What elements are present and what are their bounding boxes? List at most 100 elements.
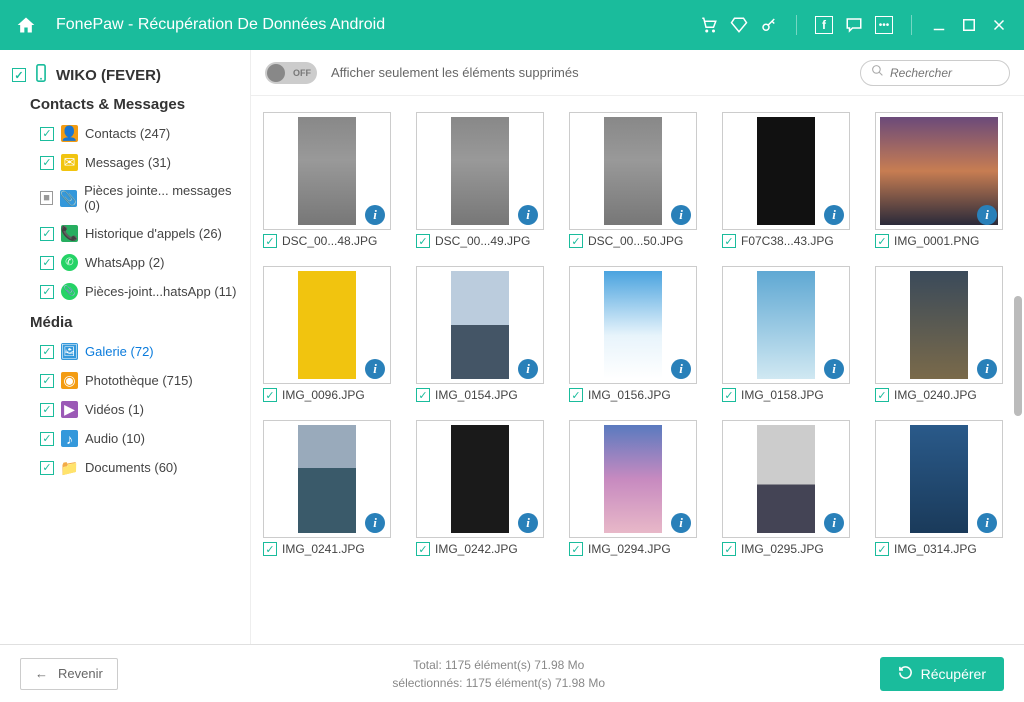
thumbnail-check[interactable]: ✓ — [263, 388, 277, 402]
thumbnail-check[interactable]: ✓ — [569, 234, 583, 248]
thumbnail-check[interactable]: ✓ — [875, 234, 889, 248]
thumbnail[interactable]: i — [416, 420, 544, 538]
thumbnail-check[interactable]: ✓ — [569, 542, 583, 556]
thumbnail[interactable]: i — [875, 112, 1003, 230]
thumbnail[interactable]: i — [263, 266, 391, 384]
thumbnail-check[interactable]: ✓ — [875, 388, 889, 402]
info-icon[interactable]: i — [977, 513, 997, 533]
thumbnail-item[interactable]: i✓DSC_00...49.JPG — [416, 112, 553, 248]
thumbnail-check[interactable]: ✓ — [875, 542, 889, 556]
sidebar-item[interactable]: ■📎Pièces jointe... messages (0) — [12, 177, 238, 219]
thumbnail[interactable]: i — [569, 112, 697, 230]
thumbnail[interactable]: i — [722, 420, 850, 538]
thumbnail-item[interactable]: i✓IMG_0001.PNG — [875, 112, 1012, 248]
thumbnail-item[interactable]: i✓IMG_0096.JPG — [263, 266, 400, 402]
sidebar-item[interactable]: ✓🖼Galerie (72) — [12, 337, 238, 366]
item-check[interactable]: ✓ — [40, 432, 54, 446]
thumbnail[interactable]: i — [569, 266, 697, 384]
info-icon[interactable]: i — [365, 513, 385, 533]
sidebar-item[interactable]: ✓📁Documents (60) — [12, 453, 238, 482]
thumbnail-item[interactable]: i✓IMG_0158.JPG — [722, 266, 859, 402]
thumbnail[interactable]: i — [875, 266, 1003, 384]
info-icon[interactable]: i — [365, 205, 385, 225]
search-input[interactable] — [890, 66, 999, 80]
thumbnail-item[interactable]: i✓IMG_0241.JPG — [263, 420, 400, 556]
recover-button[interactable]: Récupérer — [880, 657, 1004, 691]
info-icon[interactable]: i — [671, 205, 691, 225]
thumbnail-item[interactable]: i✓DSC_00...50.JPG — [569, 112, 706, 248]
thumbnail-item[interactable]: i✓F07C38...43.JPG — [722, 112, 859, 248]
minimize-icon[interactable] — [930, 16, 948, 34]
item-check[interactable]: ■ — [40, 191, 53, 205]
item-check[interactable]: ✓ — [40, 256, 54, 270]
back-button[interactable]: ← Revenir — [20, 658, 118, 690]
info-icon[interactable]: i — [977, 205, 997, 225]
feedback-icon[interactable] — [845, 16, 863, 34]
deleted-toggle[interactable]: OFF — [265, 62, 317, 84]
info-icon[interactable]: i — [977, 359, 997, 379]
thumbnail-item[interactable]: i✓IMG_0242.JPG — [416, 420, 553, 556]
facebook-icon[interactable]: f — [815, 16, 833, 34]
thumbnail-item[interactable]: i✓IMG_0294.JPG — [569, 420, 706, 556]
more-icon[interactable]: ••• — [875, 16, 893, 34]
close-icon[interactable] — [990, 16, 1008, 34]
maximize-icon[interactable] — [960, 16, 978, 34]
info-icon[interactable]: i — [518, 205, 538, 225]
thumbnail[interactable]: i — [416, 112, 544, 230]
item-check[interactable]: ✓ — [40, 227, 54, 241]
item-check[interactable]: ✓ — [40, 345, 54, 359]
thumbnail-check[interactable]: ✓ — [416, 388, 430, 402]
item-check[interactable]: ✓ — [40, 403, 54, 417]
sidebar-item[interactable]: ✓📞Historique d'appels (26) — [12, 219, 238, 248]
sidebar-item[interactable]: ✓◉Photothèque (715) — [12, 366, 238, 395]
info-icon[interactable]: i — [671, 359, 691, 379]
search-box[interactable] — [860, 60, 1010, 86]
sidebar-item[interactable]: ✓👤Contacts (247) — [12, 119, 238, 148]
thumbnail-check[interactable]: ✓ — [416, 542, 430, 556]
info-icon[interactable]: i — [824, 359, 844, 379]
thumbnail[interactable]: i — [416, 266, 544, 384]
thumbnail-check[interactable]: ✓ — [722, 234, 736, 248]
thumbnail-check[interactable]: ✓ — [416, 234, 430, 248]
diamond-icon[interactable] — [730, 16, 748, 34]
device-row[interactable]: ✓ WIKO (FEVER) — [12, 64, 238, 86]
info-icon[interactable]: i — [824, 513, 844, 533]
item-check[interactable]: ✓ — [40, 374, 54, 388]
item-check[interactable]: ✓ — [40, 156, 54, 170]
home-icon[interactable] — [16, 15, 36, 35]
item-check[interactable]: ✓ — [40, 127, 54, 141]
thumbnail-check[interactable]: ✓ — [722, 388, 736, 402]
info-icon[interactable]: i — [518, 359, 538, 379]
thumbnail-check[interactable]: ✓ — [569, 388, 583, 402]
thumbnail-item[interactable]: i✓IMG_0314.JPG — [875, 420, 1012, 556]
thumbnail-item[interactable]: i✓IMG_0295.JPG — [722, 420, 859, 556]
device-check[interactable]: ✓ — [12, 68, 26, 82]
info-icon[interactable]: i — [365, 359, 385, 379]
sidebar-item[interactable]: ✓✆WhatsApp (2) — [12, 248, 238, 277]
thumbnail[interactable]: i — [722, 112, 850, 230]
info-icon[interactable]: i — [671, 513, 691, 533]
thumbnail-check[interactable]: ✓ — [263, 234, 277, 248]
thumbnail-check[interactable]: ✓ — [263, 542, 277, 556]
info-icon[interactable]: i — [518, 513, 538, 533]
thumbnail[interactable]: i — [263, 112, 391, 230]
sidebar-item[interactable]: ✓♪Audio (10) — [12, 424, 238, 453]
thumbnail[interactable]: i — [722, 266, 850, 384]
scrollbar-thumb[interactable] — [1014, 296, 1022, 416]
cart-icon[interactable] — [700, 16, 718, 34]
info-icon[interactable]: i — [824, 205, 844, 225]
thumbnail[interactable]: i — [263, 420, 391, 538]
item-check[interactable]: ✓ — [40, 285, 54, 299]
thumbnail-item[interactable]: i✓IMG_0156.JPG — [569, 266, 706, 402]
sidebar-item[interactable]: ✓📎Pièces-joint...hatsApp (11) — [12, 277, 238, 306]
thumbnail[interactable]: i — [569, 420, 697, 538]
item-check[interactable]: ✓ — [40, 461, 54, 475]
thumbnail-item[interactable]: i✓DSC_00...48.JPG — [263, 112, 400, 248]
thumbnail-check[interactable]: ✓ — [722, 542, 736, 556]
thumbnail-item[interactable]: i✓IMG_0240.JPG — [875, 266, 1012, 402]
thumbnail-item[interactable]: i✓IMG_0154.JPG — [416, 266, 553, 402]
sidebar-item[interactable]: ✓▶Vidéos (1) — [12, 395, 238, 424]
sidebar-item[interactable]: ✓✉Messages (31) — [12, 148, 238, 177]
key-icon[interactable] — [760, 16, 778, 34]
thumbnail[interactable]: i — [875, 420, 1003, 538]
